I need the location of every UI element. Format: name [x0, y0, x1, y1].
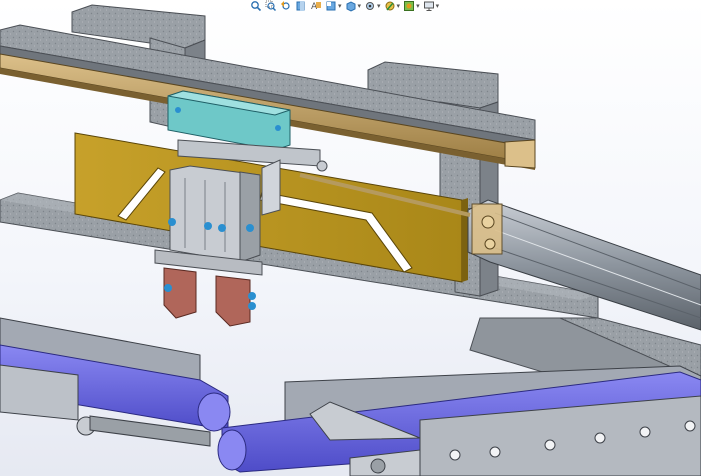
edit-appearance-button[interactable]: ▾ — [384, 0, 401, 12]
heads-up-view-toolbar: A ▾ ▾ ▾ ▾ ▾ ▾ — [250, 0, 439, 12]
conveyor-left[interactable] — [0, 317, 231, 447]
dynamic-annotation-views-button[interactable]: A — [310, 0, 322, 12]
hide-show-items-button[interactable]: ▾ — [364, 0, 381, 12]
model-scene[interactable] — [0, 0, 701, 476]
dynamic-annotation-views-icon: A — [311, 2, 321, 12]
conveyor-right[interactable] — [217, 365, 701, 476]
view-orientation-button[interactable]: ▾ — [325, 0, 342, 12]
hide-show-items-icon — [366, 2, 375, 10]
section-view-button[interactable] — [295, 0, 307, 12]
view-orientation-icon — [326, 1, 336, 11]
previous-view-button[interactable] — [280, 0, 292, 12]
previous-view-icon — [281, 1, 290, 10]
display-style-button[interactable]: ▾ — [345, 0, 362, 12]
section-view-icon — [296, 1, 305, 11]
dropdown-caret-icon[interactable]: ▾ — [416, 0, 420, 12]
dropdown-caret-icon[interactable]: ▾ — [397, 0, 401, 12]
apply-scene-button[interactable]: ▾ — [403, 0, 420, 12]
zoom-to-fit-icon — [251, 1, 262, 12]
zoom-to-area-button[interactable] — [265, 0, 277, 12]
edit-appearance-icon — [385, 1, 395, 11]
zoom-to-area-icon — [265, 0, 277, 12]
view-settings-button[interactable]: ▾ — [423, 0, 440, 12]
dropdown-caret-icon[interactable]: ▾ — [338, 0, 342, 12]
apply-scene-icon — [404, 1, 415, 11]
dropdown-caret-icon[interactable]: ▾ — [436, 0, 440, 12]
gripper-jaws[interactable] — [163, 267, 256, 327]
display-style-icon — [346, 1, 356, 12]
graphics-area[interactable]: A ▾ ▾ ▾ ▾ ▾ ▾ — [0, 0, 701, 476]
dropdown-caret-icon[interactable]: ▾ — [377, 0, 381, 12]
dropdown-caret-icon[interactable]: ▾ — [358, 0, 362, 12]
view-settings-icon — [423, 1, 434, 11]
zoom-to-fit-button[interactable] — [250, 0, 262, 12]
